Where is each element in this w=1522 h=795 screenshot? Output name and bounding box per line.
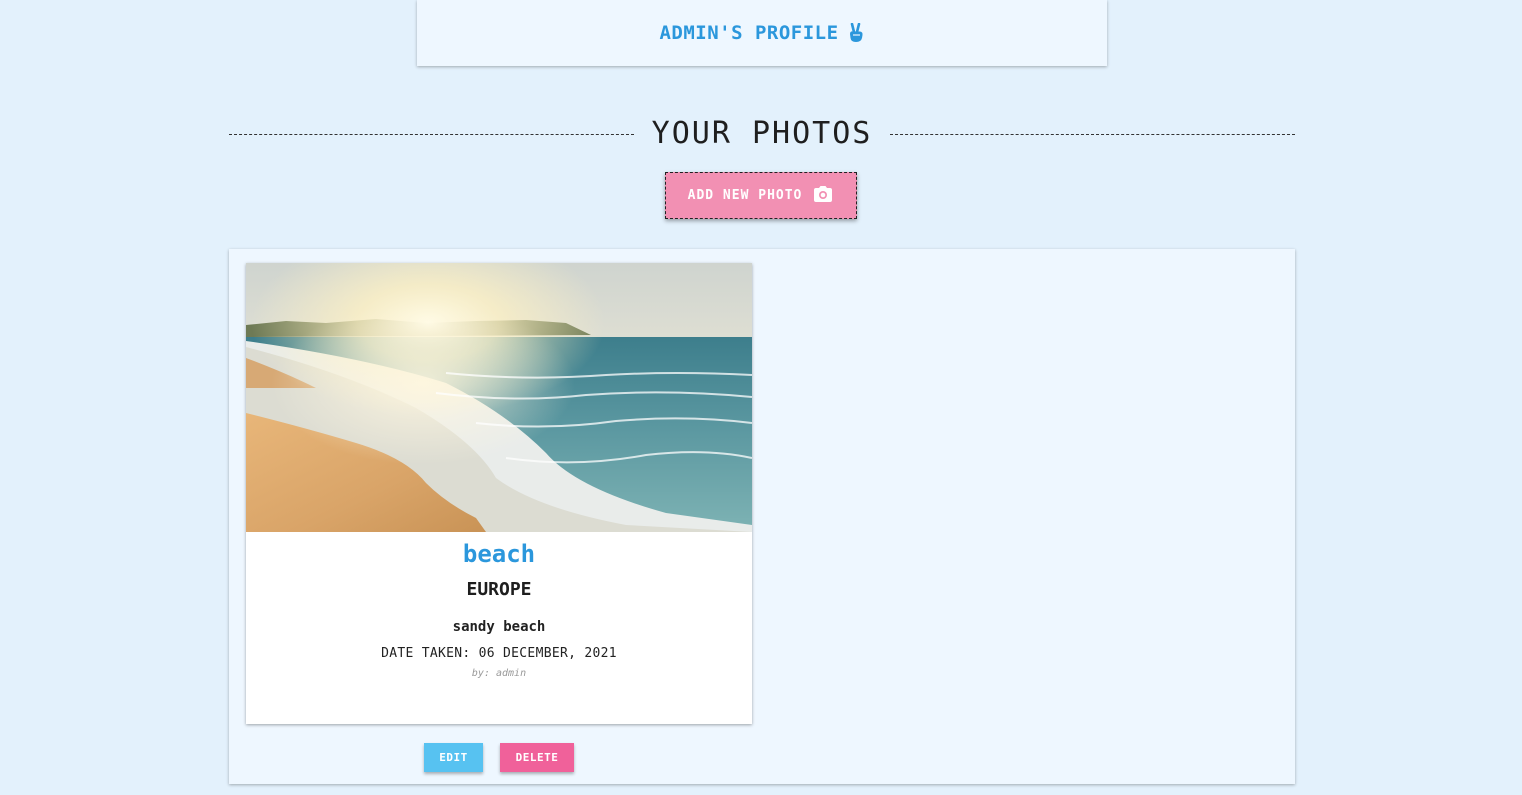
photo-location: EUROPE (466, 579, 532, 600)
photo-gallery: beach EUROPE sandy beach DATE TAKEN: 06 … (229, 249, 1295, 784)
add-new-photo-button[interactable]: ADD NEW PHOTO (665, 172, 857, 219)
photo-date: DATE TAKEN: 06 DECEMBER, 2021 (381, 646, 617, 661)
profile-title: ADMIN'S PROFILE (659, 22, 864, 44)
add-new-photo-label: ADD NEW PHOTO (687, 188, 803, 203)
photo-description: sandy beach (452, 619, 546, 635)
page-title: YOUR PHOTOS (651, 115, 873, 151)
heading-divider-left (229, 133, 634, 135)
camera-icon (812, 185, 834, 207)
profile-title-text: ADMIN'S PROFILE (659, 22, 839, 44)
delete-button[interactable]: DELETE (500, 743, 574, 772)
photo-card-body: beach EUROPE sandy beach DATE TAKEN: 06 … (246, 540, 752, 679)
photo-card: beach EUROPE sandy beach DATE TAKEN: 06 … (246, 263, 752, 724)
photo-image[interactable] (246, 263, 752, 532)
photo-title: beach (462, 540, 536, 568)
heading-divider-right (890, 133, 1295, 135)
profile-banner: ADMIN'S PROFILE (417, 0, 1107, 66)
section-heading: YOUR PHOTOS (229, 110, 1295, 156)
photo-author: by: admin (471, 668, 527, 679)
peace-hand-icon (847, 23, 865, 43)
edit-button[interactable]: EDIT (424, 743, 483, 772)
